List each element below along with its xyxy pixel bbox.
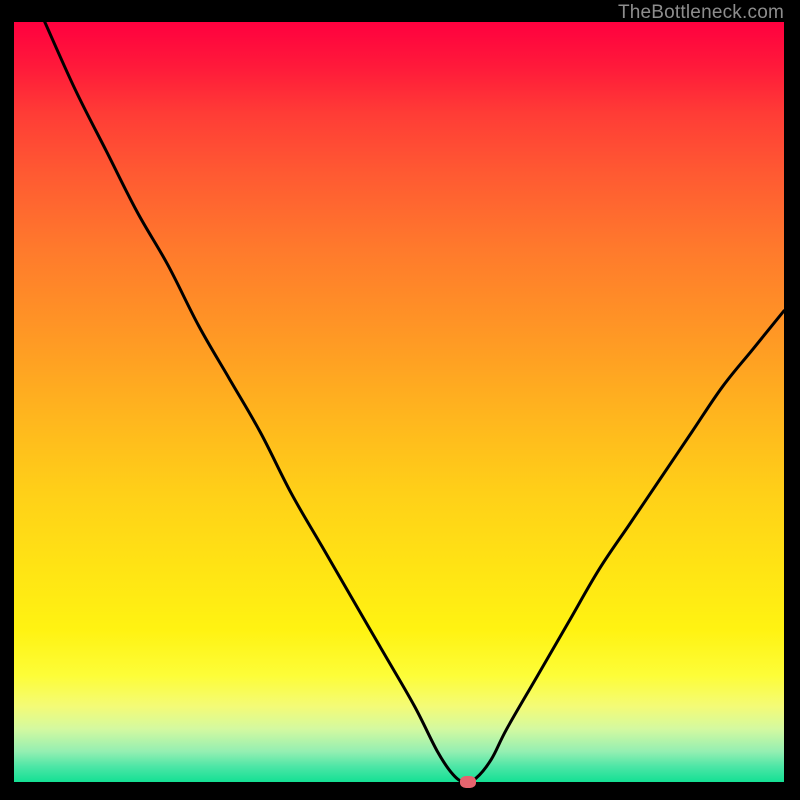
- plot-area: [14, 22, 784, 782]
- line-plot: [14, 22, 784, 782]
- chart-container: TheBottleneck.com: [0, 0, 800, 800]
- bottleneck-marker: [460, 776, 476, 788]
- attribution-label: TheBottleneck.com: [618, 2, 784, 24]
